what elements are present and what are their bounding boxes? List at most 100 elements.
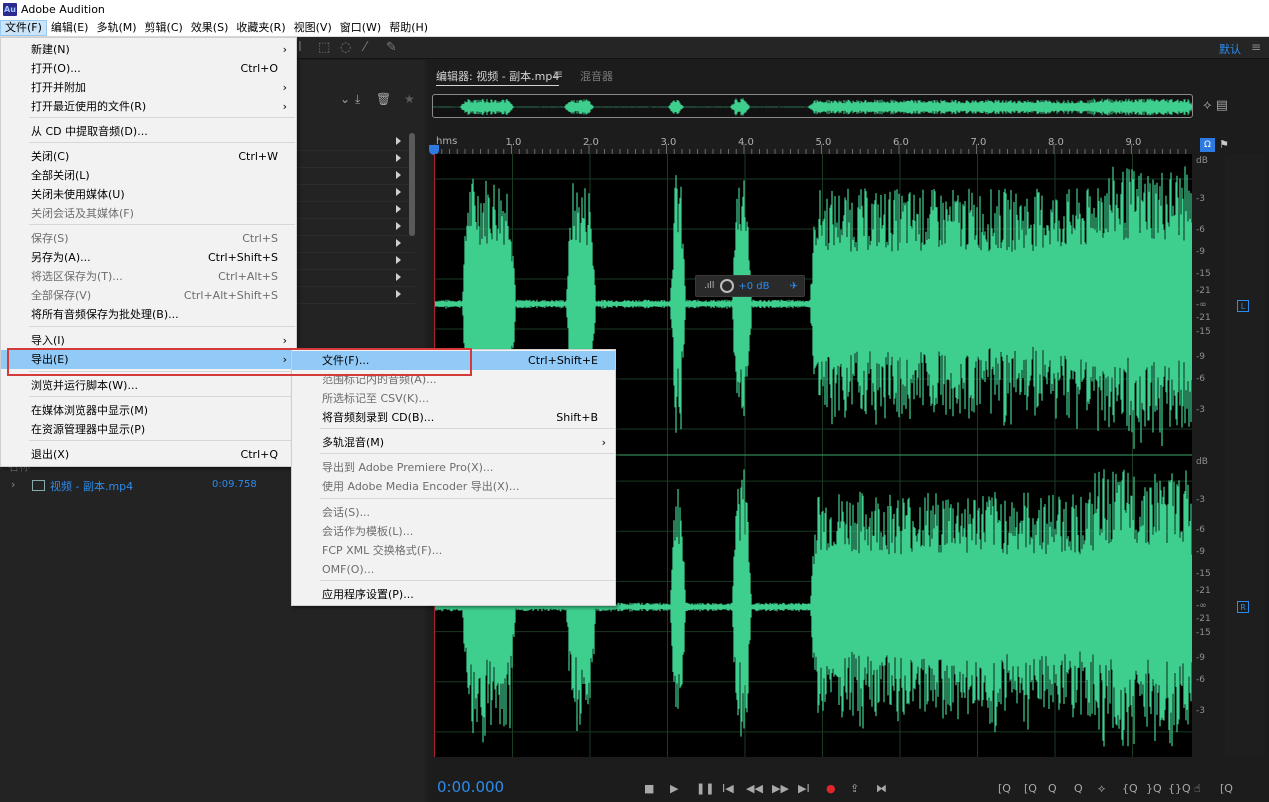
headphone-icon[interactable]: Ω bbox=[1200, 138, 1215, 152]
file-menu-item[interactable]: 另存为(A)... Ctrl+Shift+S bbox=[1, 248, 296, 267]
chevron-right-icon[interactable]: › bbox=[11, 478, 15, 491]
export-menu-item[interactable]: 范围标记内的音频(A)... bbox=[292, 370, 615, 389]
list-item[interactable] bbox=[295, 270, 415, 287]
file-menu-item[interactable]: 关闭未使用媒体(U) bbox=[1, 185, 296, 204]
file-menu-item[interactable]: 关闭会话及其媒体(F) bbox=[1, 204, 296, 223]
zoom-in-amplitude-icon[interactable]: [Q bbox=[998, 782, 1011, 795]
channel-right-badge[interactable]: R bbox=[1237, 601, 1249, 613]
export-menu-item[interactable]: 导出到 Adobe Premiere Pro(X)... bbox=[292, 458, 615, 477]
volume-knob[interactable] bbox=[720, 279, 735, 293]
stop-icon[interactable]: ■ bbox=[644, 782, 654, 795]
export-menu-item[interactable]: 应用程序设置(P)... bbox=[292, 585, 615, 604]
menu-effects[interactable]: 效果(S) bbox=[187, 20, 233, 36]
menu-view[interactable]: 视图(V) bbox=[290, 20, 336, 36]
export-menu-item[interactable]: 会话作为模板(L)... bbox=[292, 522, 615, 541]
list-item[interactable] bbox=[295, 151, 415, 168]
export-menu-item[interactable]: 将音频刻录到 CD(B)... Shift+B bbox=[292, 408, 615, 427]
record-icon[interactable]: ● bbox=[826, 782, 836, 795]
export-menu-item[interactable]: OMF(O)... bbox=[292, 560, 615, 579]
export-menu-item[interactable]: 会话(S)... bbox=[292, 503, 615, 522]
file-menu-item[interactable]: 打开(O)... Ctrl+O bbox=[1, 59, 296, 78]
spot-heal-tool-icon[interactable]: ✎ bbox=[386, 40, 397, 55]
zoom-reset-icon[interactable]: [Q bbox=[1220, 782, 1233, 795]
list-item[interactable] bbox=[295, 287, 415, 304]
fast-forward-icon[interactable]: ▶▶ bbox=[772, 782, 789, 795]
import-icon[interactable]: ⤓ bbox=[355, 92, 360, 107]
zoom-out-amplitude-icon[interactable]: [Q bbox=[1024, 782, 1037, 795]
play-icon[interactable]: ▶ bbox=[670, 782, 678, 795]
tab-editor[interactable]: 编辑器: 视频 - 副本.mp4 bbox=[436, 68, 560, 86]
list-item[interactable] bbox=[295, 219, 415, 236]
file-menu-item[interactable]: 在媒体浏览器中显示(M) bbox=[1, 401, 296, 420]
export-menu-item[interactable]: 多轨混音(M) › bbox=[292, 433, 615, 452]
file-menu-item[interactable]: 退出(X) Ctrl+Q bbox=[1, 445, 296, 464]
menu-help[interactable]: 帮助(H) bbox=[385, 20, 432, 36]
file-menu-item[interactable]: 关闭(C) Ctrl+W bbox=[1, 147, 296, 166]
export-menu-item[interactable]: FCP XML 交换格式(F)... bbox=[292, 541, 615, 560]
export-menu-item[interactable]: 文件(F)... Ctrl+Shift+E bbox=[292, 351, 615, 370]
export-menu-item[interactable]: 使用 Adobe Media Encoder 导出(X)... bbox=[292, 477, 615, 496]
file-menu-item[interactable]: 将所有音频保存为批处理(B)... bbox=[1, 305, 296, 324]
list-item[interactable] bbox=[295, 168, 415, 185]
time-selection-tool-icon[interactable]: I bbox=[298, 40, 302, 55]
volume-hud[interactable]: .ıll +0 dB ✈ bbox=[695, 275, 805, 297]
zoom-selection-icon[interactable]: {Q bbox=[1122, 782, 1138, 795]
zoom-full-icon[interactable]: ⟡ bbox=[1098, 782, 1105, 796]
tab-mixer[interactable]: 混音器 bbox=[580, 68, 613, 84]
list-item[interactable] bbox=[295, 202, 415, 219]
zoom-both-icon[interactable]: {}Q bbox=[1168, 782, 1191, 795]
file-menu-item[interactable]: 在资源管理器中显示(P) bbox=[1, 420, 296, 439]
chevron-down-icon[interactable]: ⌄ bbox=[340, 92, 350, 106]
export-menu-item[interactable]: 所选标记至 CSV(K)... bbox=[292, 389, 615, 408]
file-menu-item[interactable]: 全部保存(V) Ctrl+Alt+Shift+S bbox=[1, 286, 296, 305]
zoom-in-time-icon[interactable]: Q bbox=[1048, 782, 1057, 795]
menu-file[interactable]: 文件(F) bbox=[0, 19, 47, 36]
time-ruler[interactable]: 1.0 2.0 3.0 4.0 5.0 6.0 7.0 8.0 9.0 hms bbox=[434, 136, 1192, 154]
workspace-label[interactable]: 默认 bbox=[1219, 41, 1241, 57]
trash-icon[interactable]: 🗑 bbox=[376, 92, 391, 106]
loop-icon[interactable]: ⇪ bbox=[850, 782, 859, 795]
list-item[interactable] bbox=[295, 236, 415, 253]
pin-icon[interactable]: ✈ bbox=[790, 281, 798, 292]
list-item[interactable] bbox=[295, 185, 415, 202]
list-item[interactable] bbox=[295, 134, 415, 151]
menu-clip[interactable]: 剪辑(C) bbox=[141, 20, 187, 36]
file-menu-item[interactable]: 打开并附加 › bbox=[1, 78, 296, 97]
marker-icon[interactable]: ⚑ bbox=[1219, 138, 1229, 151]
chevron-right-icon: › bbox=[282, 100, 287, 113]
rewind-icon[interactable]: ◀◀ bbox=[746, 782, 763, 795]
menu-favorites[interactable]: 收藏夹(R) bbox=[232, 20, 289, 36]
skip-selection-icon[interactable]: ⧓ bbox=[876, 782, 887, 795]
hand-icon[interactable]: ☝ bbox=[1194, 782, 1201, 795]
brush-tool-icon[interactable]: ⁄ bbox=[364, 40, 366, 55]
scrollbar[interactable] bbox=[409, 133, 415, 236]
menu-window[interactable]: 窗口(W) bbox=[336, 20, 385, 36]
menu-edit[interactable]: 编辑(E) bbox=[47, 20, 93, 36]
skip-back-icon[interactable]: I◀ bbox=[722, 782, 734, 795]
skip-forward-icon[interactable]: ▶I bbox=[798, 782, 810, 795]
file-menu-item[interactable]: 从 CD 中提取音频(D)... bbox=[1, 122, 296, 141]
tab-menu-icon[interactable]: ≡ bbox=[553, 67, 563, 81]
workspace-menu-icon[interactable]: ≡ bbox=[1251, 40, 1261, 54]
file-menu-item[interactable]: 导入(I) › bbox=[1, 331, 296, 350]
marquee-tool-icon[interactable]: ⬚ bbox=[318, 40, 330, 55]
menu-multitrack[interactable]: 多轨(M) bbox=[92, 20, 140, 36]
zoom-to-selection-icon[interactable]: }Q bbox=[1146, 782, 1162, 795]
lasso-tool-icon[interactable]: ◌ bbox=[340, 40, 351, 55]
channel-left-badge[interactable]: L bbox=[1237, 300, 1249, 312]
waveform-overview[interactable] bbox=[432, 94, 1193, 118]
file-menu-item[interactable]: 打开最近使用的文件(R) › bbox=[1, 97, 296, 116]
list-item[interactable] bbox=[295, 253, 415, 270]
zoom-navigator-icon[interactable]: ⟡ ▤ bbox=[1203, 98, 1228, 113]
file-menu-item[interactable]: 浏览并运行脚本(W)... bbox=[1, 376, 296, 395]
file-menu-item[interactable]: 新建(N) › bbox=[1, 40, 296, 59]
file-menu-item[interactable]: 保存(S) Ctrl+S bbox=[1, 229, 296, 248]
zoom-out-time-icon[interactable]: Q bbox=[1074, 782, 1083, 795]
file-menu-item[interactable]: 全部关闭(L) bbox=[1, 166, 296, 185]
pause-icon[interactable]: ❚❚ bbox=[696, 782, 714, 795]
file-menu-item[interactable]: 导出(E) › bbox=[1, 350, 296, 369]
star-icon[interactable]: ★ bbox=[404, 92, 415, 106]
timecode[interactable]: 0:00.000 bbox=[437, 778, 504, 796]
file-menu-item[interactable]: 将选区保存为(T)... Ctrl+Alt+S bbox=[1, 267, 296, 286]
menu-separator bbox=[320, 498, 615, 499]
